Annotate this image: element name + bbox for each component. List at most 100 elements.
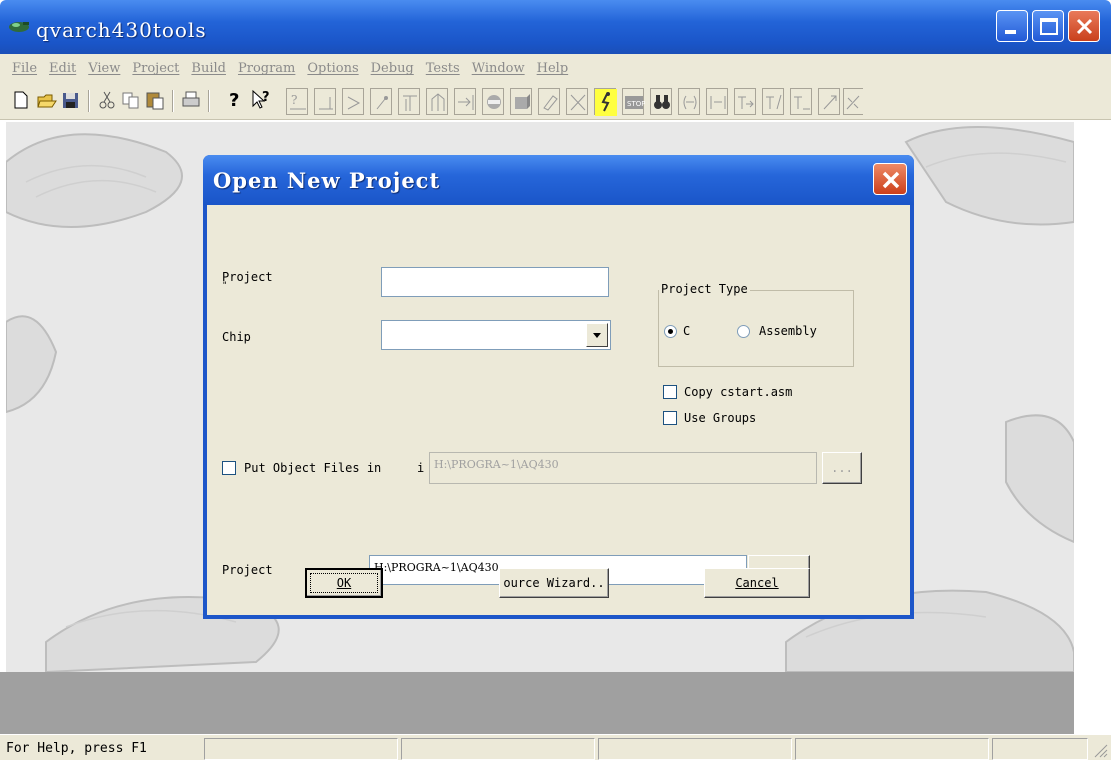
main-titlebar[interactable]: qvarch430tools (0, 0, 1111, 54)
toolbar-tool-11-icon[interactable] (843, 88, 863, 115)
svg-text:?: ? (229, 90, 239, 111)
project-name-input[interactable] (381, 267, 609, 297)
toolbar-tool-4-icon[interactable] (370, 88, 392, 115)
app-icon (8, 18, 30, 34)
dropdown-button[interactable] (586, 323, 608, 347)
svg-text:STOP: STOP (627, 100, 645, 108)
run-to-cursor-icon[interactable] (454, 88, 476, 115)
menu-options[interactable]: Options (301, 59, 364, 78)
menubar: File Edit View Project Build Program Opt… (0, 54, 1111, 82)
toolbar-tool-7-icon[interactable] (734, 88, 756, 115)
radio-c[interactable] (664, 325, 677, 338)
workspace-gray-area (0, 672, 1111, 734)
menu-debug[interactable]: Debug (365, 59, 420, 78)
step-into-icon[interactable] (398, 88, 420, 115)
status-panel (401, 738, 595, 760)
status-panel (795, 738, 989, 760)
open-new-project-dialog: Open New Project Project " Chip Project … (203, 155, 914, 619)
menu-build[interactable]: Build (185, 59, 232, 78)
cut-icon[interactable] (96, 88, 118, 112)
toolbar-separator (208, 90, 210, 112)
copy-cstart-checkbox[interactable] (663, 385, 677, 399)
step-over-icon[interactable] (426, 88, 448, 115)
use-groups-checkbox[interactable] (663, 411, 677, 425)
print-icon[interactable] (180, 88, 202, 112)
source-wizard-button[interactable]: ource Wizard.. (499, 568, 609, 598)
project-type-label: Project Type (659, 282, 750, 296)
statusbar: For Help, press F1 (0, 734, 1111, 760)
close-icon (882, 171, 900, 189)
clear-breakpoints-icon[interactable] (566, 88, 588, 115)
radio-c-label: C (683, 324, 691, 338)
dialog-titlebar[interactable]: Open New Project (203, 155, 914, 205)
context-help-icon[interactable]: ? (250, 88, 272, 112)
toolbar-tool-6-icon[interactable] (706, 88, 728, 115)
radio-selected-dot (668, 329, 673, 334)
put-object-files-label: Put Object Files in (244, 461, 382, 475)
close-window-button[interactable] (1068, 10, 1100, 42)
menu-file[interactable]: File (6, 59, 43, 78)
close-icon (1076, 18, 1093, 35)
toolbar-tool-2-icon[interactable] (314, 88, 336, 115)
menu-tests[interactable]: Tests (420, 59, 466, 78)
put-object-files-label-clip: i (417, 461, 425, 475)
menu-help[interactable]: Help (531, 59, 575, 78)
radio-assembly[interactable] (737, 325, 750, 338)
minimize-icon (1005, 30, 1016, 34)
project-name-label-clip: " (222, 281, 228, 291)
stop-icon[interactable]: STOP (622, 88, 645, 115)
dialog-close-button[interactable] (873, 163, 907, 195)
status-panel (598, 738, 792, 760)
toolbar-separator (88, 90, 90, 112)
status-panel (992, 738, 1088, 760)
run-icon[interactable] (594, 88, 617, 116)
cancel-button[interactable]: Cancel (704, 568, 810, 598)
object-dir-input: H:\PROGRA~1\AQ430 (429, 452, 817, 484)
copy-cstart-label: Copy cstart.asm (684, 385, 793, 399)
cancel-button-label: Cancel (735, 576, 779, 590)
toolbar-tool-5-icon[interactable] (678, 88, 700, 115)
stop-circle-icon[interactable] (482, 88, 504, 115)
find-binoculars-icon[interactable] (650, 88, 672, 115)
save-icon[interactable] (60, 88, 82, 112)
maximize-button[interactable] (1032, 10, 1064, 42)
menu-program[interactable]: Program (232, 59, 301, 78)
chevron-down-icon (593, 333, 601, 338)
toolbar-tool-9-icon[interactable] (790, 88, 812, 115)
toolbar: ? ? ? STOP (0, 82, 1111, 120)
radio-assembly-label: Assembly (759, 324, 817, 338)
resize-grip-icon[interactable] (1093, 743, 1109, 760)
put-object-files-checkbox[interactable] (222, 461, 236, 475)
new-file-icon[interactable] (10, 88, 32, 112)
dialog-body: Project " Chip Project Type C Assembly C… (207, 205, 910, 615)
status-text: For Help, press F1 (6, 741, 147, 756)
app-title: qvarch430tools (36, 18, 207, 42)
chip-label: Chip (222, 330, 251, 344)
copy-icon[interactable] (120, 88, 142, 112)
chip-select[interactable] (381, 320, 611, 350)
window-frame-right (1074, 120, 1111, 734)
svg-text:?: ? (262, 90, 270, 105)
project-dir-label: Project (222, 563, 273, 577)
menu-view[interactable]: View (82, 59, 126, 78)
toolbar-tool-10-icon[interactable] (818, 88, 840, 115)
object-dir-browse-button: ... (822, 452, 862, 484)
toolbar-tool-3-icon[interactable] (342, 88, 364, 115)
paste-icon[interactable] (144, 88, 166, 112)
open-folder-icon[interactable] (36, 88, 58, 112)
minimize-button[interactable] (996, 10, 1028, 42)
use-groups-label: Use Groups (684, 411, 757, 425)
status-panel (204, 738, 398, 760)
toolbar-tool-8-icon[interactable] (762, 88, 784, 115)
project-name-label: Project (222, 270, 273, 284)
menu-edit[interactable]: Edit (43, 59, 82, 78)
help-icon[interactable]: ? (224, 88, 246, 112)
toolbar-tool-1-icon[interactable]: ? (286, 88, 308, 115)
ok-button[interactable]: OK (305, 568, 383, 598)
breakpoint-icon[interactable] (510, 88, 532, 115)
focus-ring (310, 573, 378, 593)
menu-project[interactable]: Project (126, 59, 185, 78)
menu-window[interactable]: Window (466, 59, 531, 78)
dialog-title: Open New Project (213, 168, 441, 193)
eraser-icon[interactable] (538, 88, 560, 115)
